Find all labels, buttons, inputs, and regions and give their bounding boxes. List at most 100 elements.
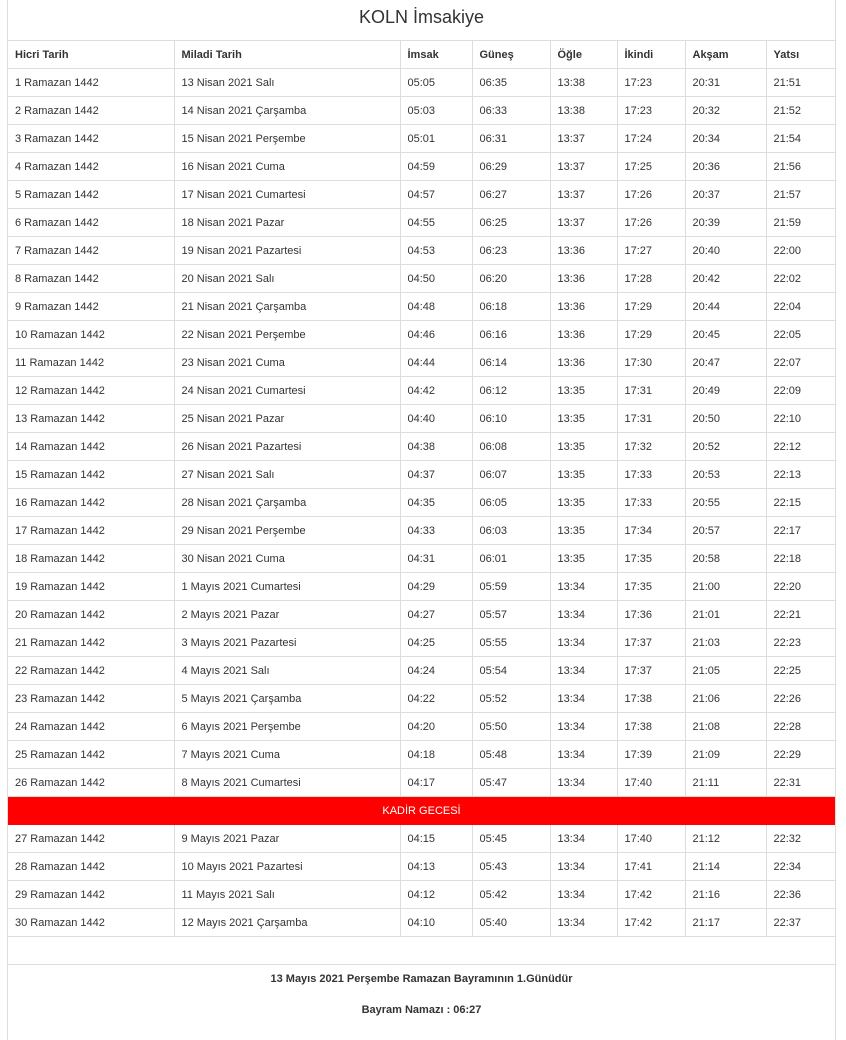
- cell-miladi: 20 Nisan 2021 Salı: [173, 264, 401, 293]
- cell-miladi: 15 Nisan 2021 Perşembe: [173, 124, 401, 153]
- cell-imsak: 04:40: [399, 404, 473, 433]
- cell-hicri: 5 Ramazan 1442: [8, 180, 175, 209]
- cell-yatsi: 22:23: [765, 628, 835, 657]
- cell-imsak: 04:33: [399, 516, 473, 545]
- cell-ikindi: 17:23: [616, 96, 686, 125]
- cell-ogle: 13:34: [549, 600, 618, 629]
- cell-miladi: 8 Mayıs 2021 Cumartesi: [173, 768, 401, 797]
- cell-imsak: 05:05: [399, 68, 473, 97]
- cell-aksam: 20:32: [684, 96, 767, 125]
- cell-ogle: 13:35: [549, 544, 618, 573]
- cell-hicri: 8 Ramazan 1442: [8, 264, 175, 293]
- cell-ogle: 13:34: [549, 684, 618, 713]
- cell-aksam: 21:06: [684, 684, 767, 713]
- cell-yatsi: 22:05: [765, 320, 835, 349]
- cell-miladi: 27 Nisan 2021 Salı: [173, 460, 401, 489]
- table-row: 19 Ramazan 1442 1 Mayıs 2021 Cumartesi 04:…: [8, 572, 835, 601]
- cell-yatsi: 22:21: [765, 600, 835, 629]
- cell-gunes: 06:08: [471, 432, 551, 461]
- cell-imsak: 04:38: [399, 432, 473, 461]
- cell-hicri: 16 Ramazan 1442: [8, 488, 175, 517]
- cell-imsak: 04:46: [399, 320, 473, 349]
- cell-gunes: 05:47: [471, 768, 551, 797]
- cell-miladi: 12 Mayıs 2021 Çarşamba: [173, 908, 401, 937]
- column-header-ikindi: İkindi: [616, 41, 686, 69]
- cell-miladi: 19 Nisan 2021 Pazartesi: [173, 236, 401, 265]
- cell-hicri: 21 Ramazan 1442: [8, 628, 175, 657]
- cell-ikindi: 17:27: [616, 236, 686, 265]
- cell-miladi: 5 Mayıs 2021 Çarşamba: [173, 684, 401, 713]
- cell-miladi: 13 Nisan 2021 Salı: [173, 68, 401, 97]
- cell-hicri: 11 Ramazan 1442: [8, 348, 175, 377]
- table-row: 5 Ramazan 1442 17 Nisan 2021 Cumartesi 04:…: [8, 180, 835, 209]
- cell-ikindi: 17:32: [616, 432, 686, 461]
- cell-ikindi: 17:30: [616, 348, 686, 377]
- cell-miladi: 21 Nisan 2021 Çarşamba: [173, 292, 401, 321]
- cell-ikindi: 17:33: [616, 488, 686, 517]
- cell-gunes: 06:27: [471, 180, 551, 209]
- cell-yatsi: 22:00: [765, 236, 835, 265]
- table-body: 1 Ramazan 1442 13 Nisan 2021 Salı 05:05 06:…: [8, 68, 835, 937]
- cell-ikindi: 17:26: [616, 208, 686, 237]
- cell-ogle: 13:34: [549, 880, 618, 909]
- kadir-gecesi-label: KADİR GECESİ: [8, 796, 835, 825]
- kadir-gecesi-row: KADİR GECESİ: [8, 796, 835, 825]
- cell-ogle: 13:34: [549, 628, 618, 657]
- table-row: 11 Ramazan 1442 23 Nisan 2021 Cuma 04:44 06…: [8, 348, 835, 377]
- cell-gunes: 06:05: [471, 488, 551, 517]
- table-row: 9 Ramazan 1442 21 Nisan 2021 Çarşamba 04:4…: [8, 292, 835, 321]
- cell-gunes: 06:20: [471, 264, 551, 293]
- cell-gunes: 05:43: [471, 852, 551, 881]
- cell-miladi: 3 Mayıs 2021 Pazartesi: [173, 628, 401, 657]
- cell-ikindi: 17:39: [616, 740, 686, 769]
- cell-miladi: 23 Nisan 2021 Cuma: [173, 348, 401, 377]
- cell-gunes: 06:01: [471, 544, 551, 573]
- cell-gunes: 06:33: [471, 96, 551, 125]
- cell-gunes: 06:31: [471, 124, 551, 153]
- cell-gunes: 06:18: [471, 292, 551, 321]
- cell-aksam: 21:08: [684, 712, 767, 741]
- cell-aksam: 20:45: [684, 320, 767, 349]
- cell-yatsi: 22:12: [765, 432, 835, 461]
- table-row: 17 Ramazan 1442 29 Nisan 2021 Perşembe 04:…: [8, 516, 835, 545]
- cell-ikindi: 17:25: [616, 152, 686, 181]
- cell-yatsi: 21:56: [765, 152, 835, 181]
- cell-ikindi: 17:38: [616, 684, 686, 713]
- cell-ogle: 13:35: [549, 460, 618, 489]
- cell-imsak: 04:12: [399, 880, 473, 909]
- cell-aksam: 20:44: [684, 292, 767, 321]
- cell-aksam: 20:50: [684, 404, 767, 433]
- cell-yatsi: 22:28: [765, 712, 835, 741]
- cell-hicri: 13 Ramazan 1442: [8, 404, 175, 433]
- cell-aksam: 20:40: [684, 236, 767, 265]
- cell-imsak: 05:01: [399, 124, 473, 153]
- cell-yatsi: 22:18: [765, 544, 835, 573]
- cell-yatsi: 22:37: [765, 908, 835, 937]
- cell-ogle: 13:35: [549, 516, 618, 545]
- cell-gunes: 05:45: [471, 824, 551, 853]
- cell-yatsi: 22:32: [765, 824, 835, 853]
- cell-imsak: 04:29: [399, 572, 473, 601]
- cell-ogle: 13:37: [549, 124, 618, 153]
- cell-ikindi: 17:40: [616, 824, 686, 853]
- cell-ikindi: 17:37: [616, 628, 686, 657]
- cell-gunes: 05:57: [471, 600, 551, 629]
- table-row: 25 Ramazan 1442 7 Mayıs 2021 Cuma 04:18 05:…: [8, 740, 835, 769]
- cell-miladi: 24 Nisan 2021 Cumartesi: [173, 376, 401, 405]
- table-row: 10 Ramazan 1442 22 Nisan 2021 Perşembe 04:…: [8, 320, 835, 349]
- cell-imsak: 04:18: [399, 740, 473, 769]
- cell-hicri: 1 Ramazan 1442: [8, 68, 175, 97]
- cell-aksam: 20:53: [684, 460, 767, 489]
- cell-hicri: 3 Ramazan 1442: [8, 124, 175, 153]
- cell-miladi: 11 Mayıs 2021 Salı: [173, 880, 401, 909]
- prayer-times-table: Hicri Tarih Miladi Tarih İmsak Güneş Öğl…: [8, 41, 835, 937]
- cell-ogle: 13:38: [549, 68, 618, 97]
- cell-hicri: 27 Ramazan 1442: [8, 824, 175, 853]
- cell-ogle: 13:36: [549, 292, 618, 321]
- table-row: 23 Ramazan 1442 5 Mayıs 2021 Çarşamba 04:2…: [8, 684, 835, 713]
- cell-hicri: 30 Ramazan 1442: [8, 908, 175, 937]
- cell-aksam: 20:36: [684, 152, 767, 181]
- cell-aksam: 20:42: [684, 264, 767, 293]
- cell-aksam: 21:03: [684, 628, 767, 657]
- cell-ikindi: 17:42: [616, 880, 686, 909]
